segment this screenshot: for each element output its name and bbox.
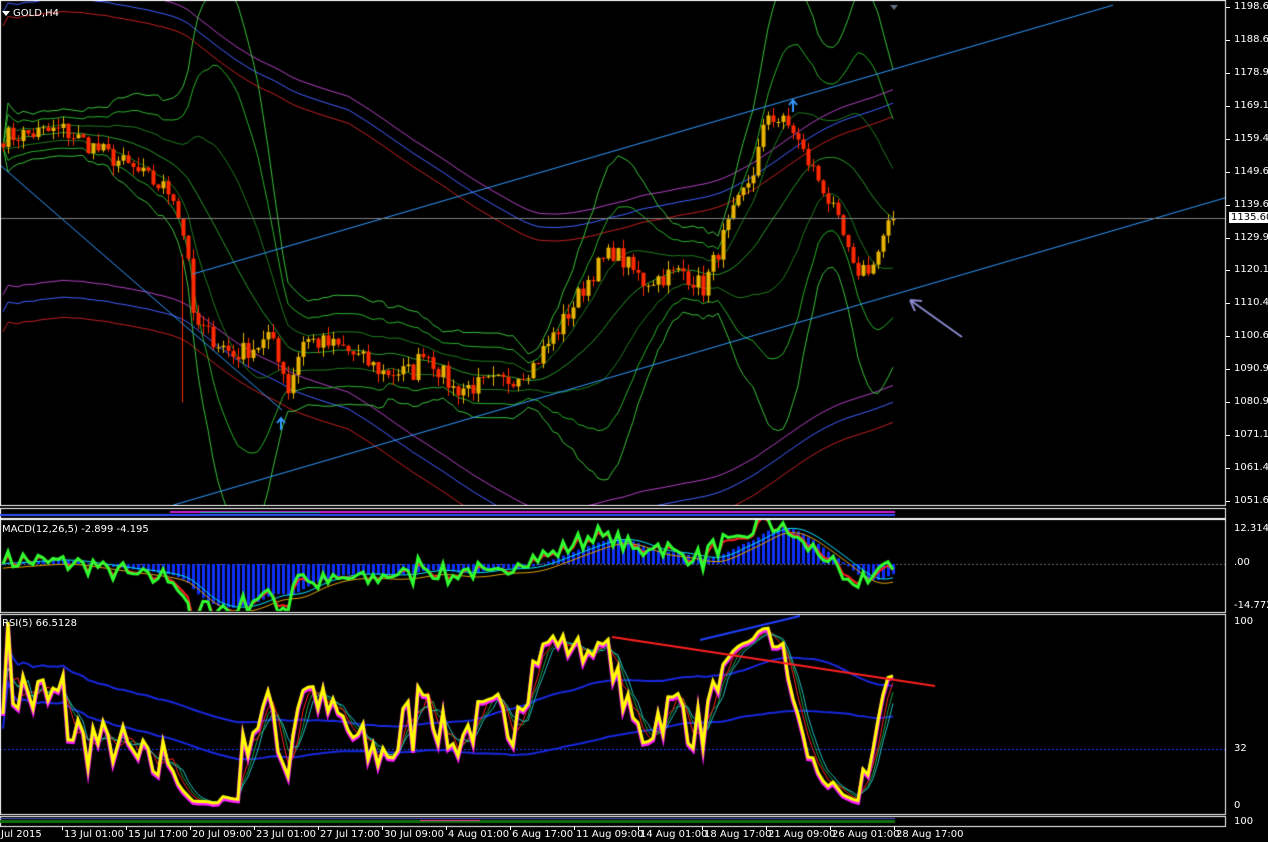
symbol-timeframe: GOLD,H4 [13, 8, 59, 19]
price-tick [1226, 204, 1230, 206]
strip-axis-100: 100 [1234, 816, 1254, 827]
time-axis-label: 13 Jul 01:00 [64, 829, 124, 840]
time-axis-label: 27 Jul 17:00 [320, 829, 380, 840]
price-tick [1226, 435, 1230, 437]
price-axis-label: 1061.40 [1234, 462, 1268, 474]
price-tick [1226, 501, 1230, 502]
macd-axis-max: 12.314 [1234, 523, 1268, 534]
price-axis-label: 1080.90 [1234, 396, 1268, 408]
price-tick [1226, 270, 1230, 272]
time-tick [638, 826, 639, 830]
macd-label: MACD(12,26,5) -2.899 -4.195 [2, 524, 149, 535]
price-tick [1226, 7, 1230, 8]
macd-axis-zero: .00 [1234, 557, 1250, 568]
time-axis-label: 20 Jul 09:00 [192, 829, 252, 840]
price-axis-label: 1178.90 [1234, 66, 1268, 78]
price-tick [1226, 138, 1230, 140]
time-tick [894, 826, 895, 830]
price-tick [1226, 336, 1230, 338]
time-tick [318, 826, 319, 830]
price-tick [1226, 303, 1230, 305]
time-tick [574, 826, 575, 830]
time-axis-label: 28 Aug 17:00 [896, 829, 964, 840]
chart-title: GOLD,H4 [2, 8, 59, 19]
price-tick [1226, 72, 1230, 74]
time-axis-label: 4 Aug 01:00 [448, 829, 510, 840]
price-tick [1226, 468, 1230, 470]
time-axis-label: Jul 2015 [1, 829, 42, 840]
macd-axis-min: -14.772 [1234, 600, 1268, 611]
time-tick [126, 826, 127, 830]
time-axis-label: 23 Jul 01:00 [256, 829, 316, 840]
price-tick [1226, 39, 1230, 41]
price-axis-label: 1110.40 [1234, 297, 1268, 309]
price-tick [1226, 402, 1230, 404]
price-axis-label: 1090.90 [1234, 363, 1268, 375]
current-price-tag: 1135.60 [1229, 212, 1268, 223]
price-axis-label: 1169.15 [1234, 99, 1268, 111]
rsi-label: RSI(5) 66.5128 [2, 618, 77, 629]
price-axis-label: 1100.65 [1234, 330, 1268, 342]
rsi-axis-0: 0 [1234, 800, 1241, 811]
time-tick [766, 826, 767, 830]
time-tick [62, 826, 63, 830]
price-axis-label: 1071.15 [1234, 429, 1268, 441]
price-axis-label: 1139.65 [1234, 198, 1268, 210]
price-tick [1226, 369, 1230, 371]
price-axis-label: 1198.65 [1234, 1, 1268, 12]
price-axis-label: 1149.65 [1234, 165, 1268, 177]
time-axis-label: 15 Jul 17:00 [128, 829, 188, 840]
time-tick [446, 826, 447, 830]
price-chart-canvas[interactable] [0, 0, 1268, 842]
time-tick [254, 826, 255, 830]
time-axis-label: 18 Aug 17:00 [704, 829, 772, 840]
price-axis-label: 1129.90 [1234, 231, 1268, 243]
price-axis-label: 1051.65 [1234, 495, 1268, 506]
dropdown-triangle-icon[interactable] [2, 10, 10, 16]
time-tick [382, 826, 383, 830]
time-axis-label: 21 Aug 09:00 [768, 829, 836, 840]
time-axis-label: 26 Aug 01:00 [832, 829, 900, 840]
time-axis-label: 11 Aug 09:00 [576, 829, 644, 840]
rsi-axis-32: 32 [1234, 743, 1247, 754]
time-axis-label: 30 Jul 09:00 [384, 829, 444, 840]
price-tick [1226, 105, 1230, 107]
price-tick [1226, 171, 1230, 173]
time-tick [510, 826, 511, 830]
time-tick [190, 826, 191, 830]
price-tick [1226, 237, 1230, 239]
price-axis-label: 1188.65 [1234, 33, 1268, 45]
rsi-axis-100: 100 [1234, 616, 1254, 627]
time-axis-label: 14 Aug 01:00 [640, 829, 708, 840]
time-tick [830, 826, 831, 830]
price-axis-label: 1159.40 [1234, 132, 1268, 144]
time-axis-label: 6 Aug 17:00 [512, 829, 574, 840]
time-tick [702, 826, 703, 830]
price-axis-label: 1120.15 [1234, 264, 1268, 276]
